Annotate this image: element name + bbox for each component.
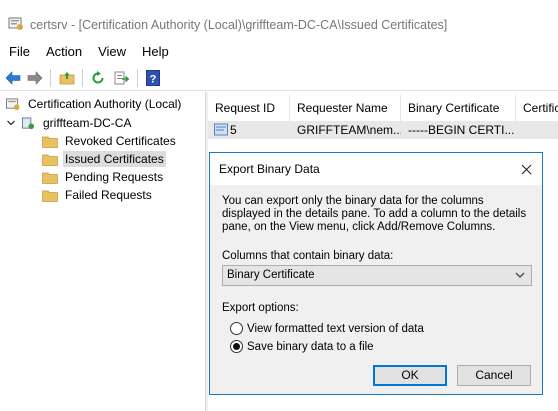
columns-dropdown-value: Binary Certificate <box>227 269 315 281</box>
tree-item-revoked[interactable]: Revoked Certificates <box>42 132 178 150</box>
dialog-title-bar[interactable]: Export Binary Data <box>210 153 542 185</box>
folder-icon <box>42 136 58 148</box>
tree-item-label: Revoked Certificates <box>65 134 176 148</box>
menu-view[interactable]: View <box>90 42 134 62</box>
chevron-down-icon <box>515 272 525 278</box>
columns-label: Columns that contain binary data: <box>222 250 394 262</box>
tree-item-label: Certification Authority (Local) <box>28 97 182 111</box>
up-folder-icon[interactable] <box>58 69 76 87</box>
folder-icon <box>42 172 58 184</box>
cell-binary-certificate: -----BEGIN CERTI... <box>408 123 515 137</box>
dialog-description: You can export only the binary data for … <box>222 195 527 233</box>
certsrv-app-icon <box>8 17 23 30</box>
option-view-formatted[interactable]: View formatted text version of data <box>230 322 424 335</box>
column-header-request-id[interactable]: Request ID <box>208 95 290 121</box>
column-header-certificate[interactable]: Certific <box>516 95 558 121</box>
cell-requester-name: GRIFFTEAM\nem... <box>297 123 401 137</box>
folder-icon <box>42 190 58 202</box>
svg-text:?: ? <box>150 74 157 86</box>
export-binary-data-dialog: Export Binary Data You can export only t… <box>209 152 543 395</box>
title-bar: certsrv - [Certification Authority (Loca… <box>0 0 558 32</box>
table-row[interactable]: 5 GRIFFTEAM\nem... -----BEGIN CERTI... <box>208 121 558 139</box>
console-tree: Certification Authority (Local) grifftea… <box>0 92 204 411</box>
columns-dropdown[interactable]: Binary Certificate <box>222 265 532 286</box>
tree-item-root[interactable]: Certification Authority (Local) <box>5 95 183 113</box>
chevron-down-icon[interactable] <box>6 118 16 128</box>
help-icon[interactable]: ? <box>144 69 162 87</box>
tree-item-label: Pending Requests <box>65 170 164 184</box>
column-header-requester-name[interactable]: Requester Name <box>290 95 401 121</box>
radio-button[interactable] <box>230 322 243 335</box>
export-list-icon[interactable] <box>112 69 130 87</box>
window-title: certsrv - [Certification Authority (Loca… <box>30 18 448 32</box>
menu-help[interactable]: Help <box>134 42 177 62</box>
tree-item-issued[interactable]: Issued Certificates <box>42 150 166 168</box>
toolbar: ? <box>0 65 558 91</box>
close-icon[interactable] <box>516 159 536 179</box>
cell-request-id: 5 <box>230 123 237 137</box>
tree-item-failed[interactable]: Failed Requests <box>42 186 154 204</box>
radio-button-checked[interactable] <box>230 340 243 353</box>
tree-item-pending[interactable]: Pending Requests <box>42 168 165 186</box>
export-options-label: Export options: <box>222 302 299 314</box>
list-header: Request ID Requester Name Binary Certifi… <box>208 95 558 121</box>
certification-authority-icon <box>6 97 20 110</box>
cell-certificate <box>523 121 558 139</box>
tree-item-ca[interactable]: griffteam-DC-CA <box>6 114 133 132</box>
ca-server-icon <box>21 116 35 129</box>
ok-button[interactable]: OK <box>373 365 447 386</box>
refresh-icon[interactable] <box>89 69 107 87</box>
dialog-title: Export Binary Data <box>219 162 320 176</box>
back-arrow-icon[interactable] <box>4 69 22 87</box>
cancel-button[interactable]: Cancel <box>457 365 531 386</box>
tree-item-label: Issued Certificates <box>63 151 166 167</box>
option-label: View formatted text version of data <box>247 322 424 335</box>
forward-arrow-icon[interactable] <box>26 69 44 87</box>
option-label: Save binary data to a file <box>247 340 374 353</box>
option-save-binary[interactable]: Save binary data to a file <box>230 340 374 353</box>
menu-action[interactable]: Action <box>38 42 90 62</box>
folder-icon <box>42 154 58 166</box>
tree-item-label: griffteam-DC-CA <box>43 116 132 130</box>
tree-item-label: Failed Requests <box>65 188 152 202</box>
menu-file[interactable]: File <box>0 42 38 62</box>
menu-bar: File Action View Help <box>0 42 177 62</box>
certificate-row-icon <box>214 123 228 136</box>
column-header-binary-certificate[interactable]: Binary Certificate <box>401 95 516 121</box>
